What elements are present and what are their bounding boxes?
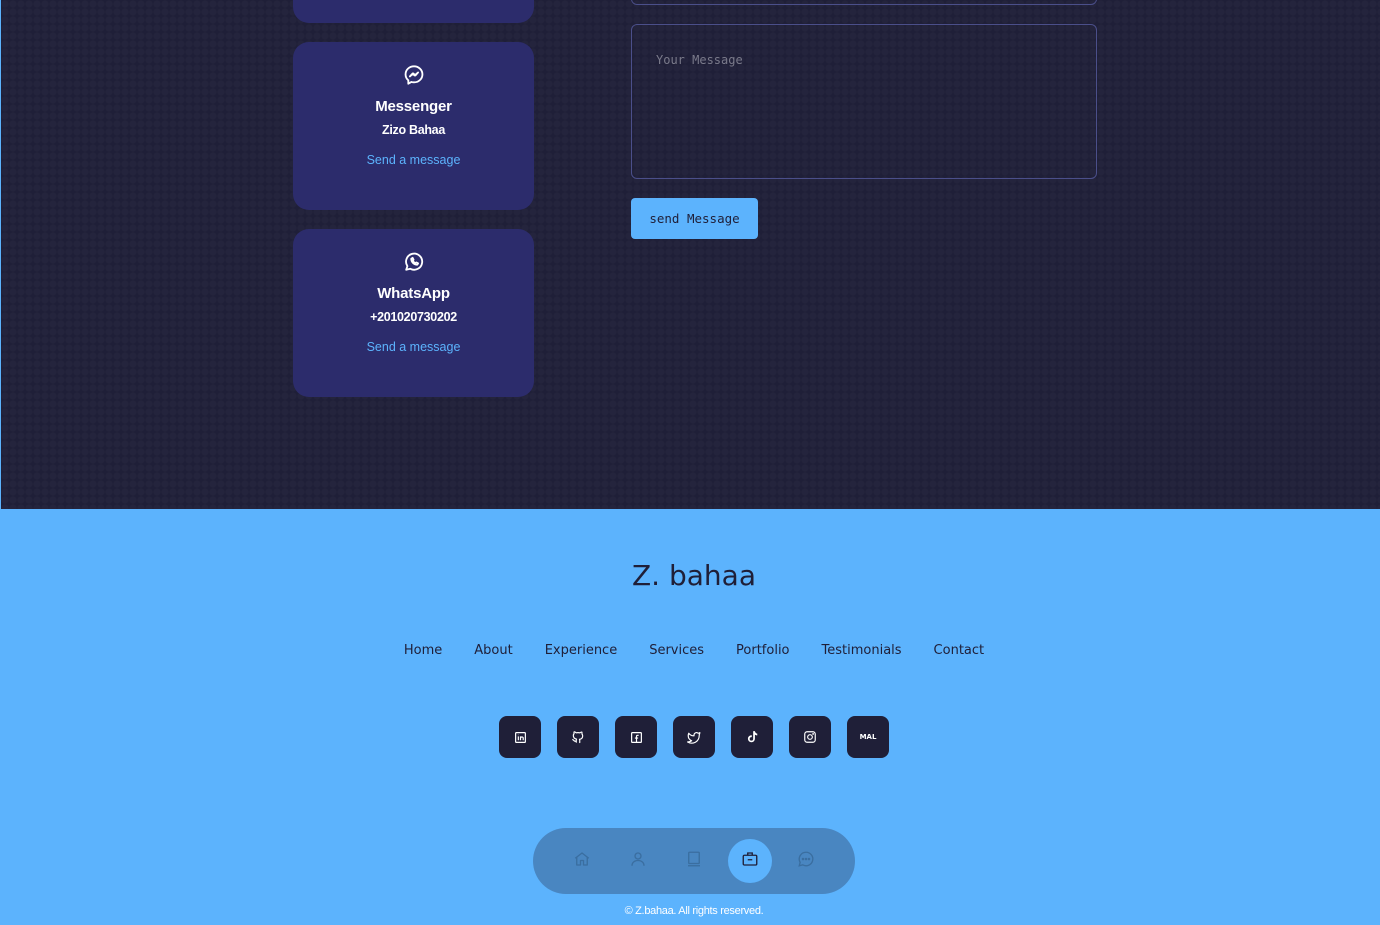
contact-section: Messenger Zizo Bahaa Send a message What…	[0, 0, 1380, 509]
mal-icon[interactable]: MAL	[847, 716, 889, 758]
twitter-icon[interactable]	[673, 716, 715, 758]
email-field[interactable]	[631, 0, 1097, 5]
footer-link-about[interactable]: About	[474, 643, 512, 658]
footer-nav: Home About Experience Services Portfolio…	[0, 643, 1380, 658]
card-value: +201020730202	[370, 310, 457, 324]
message-placeholder: Your Message	[656, 53, 743, 67]
footer-link-contact[interactable]: Contact	[934, 643, 985, 658]
message-textarea[interactable]: Your Message	[631, 24, 1097, 179]
contact-card-whatsapp: WhatsApp +201020730202 Send a message	[293, 229, 534, 397]
user-icon	[629, 850, 647, 872]
bottom-nav	[533, 828, 855, 894]
contact-card-email	[293, 0, 534, 23]
send-message-link[interactable]: Send a message	[367, 340, 461, 354]
nav-services-button[interactable]	[728, 839, 772, 883]
chat-icon	[797, 850, 815, 872]
briefcase-icon	[741, 850, 759, 872]
footer-logo[interactable]: Z. bahaa	[0, 559, 1380, 592]
contact-card-messenger: Messenger Zizo Bahaa Send a message	[293, 42, 534, 210]
card-title: Messenger	[375, 98, 452, 115]
mal-label: MAL	[859, 733, 877, 741]
send-message-link[interactable]: Send a message	[367, 153, 461, 167]
nav-home-button[interactable]	[560, 839, 604, 883]
card-title: WhatsApp	[377, 285, 450, 302]
footer-link-testimonials[interactable]: Testimonials	[822, 643, 902, 658]
nav-about-button[interactable]	[616, 839, 660, 883]
messenger-icon	[403, 64, 425, 86]
linkedin-icon[interactable]	[499, 716, 541, 758]
footer-link-portfolio[interactable]: Portfolio	[736, 643, 789, 658]
footer: Z. bahaa Home About Experience Services …	[0, 509, 1380, 925]
card-value: Zizo Bahaa	[382, 123, 445, 137]
footer-link-experience[interactable]: Experience	[545, 643, 618, 658]
facebook-icon[interactable]	[615, 716, 657, 758]
nav-experience-button[interactable]	[672, 839, 716, 883]
tiktok-icon[interactable]	[731, 716, 773, 758]
instagram-icon[interactable]	[789, 716, 831, 758]
copyright: © Z.bahaa. All rights reserved.	[624, 905, 764, 917]
whatsapp-icon	[403, 251, 425, 273]
github-icon[interactable]	[557, 716, 599, 758]
book-icon	[685, 850, 703, 872]
send-message-button[interactable]: send Message	[631, 198, 758, 239]
footer-socials: MAL	[0, 716, 1380, 758]
footer-link-home[interactable]: Home	[404, 643, 442, 658]
footer-link-services[interactable]: Services	[649, 643, 704, 658]
home-icon	[573, 850, 591, 872]
nav-contact-button[interactable]	[784, 839, 828, 883]
